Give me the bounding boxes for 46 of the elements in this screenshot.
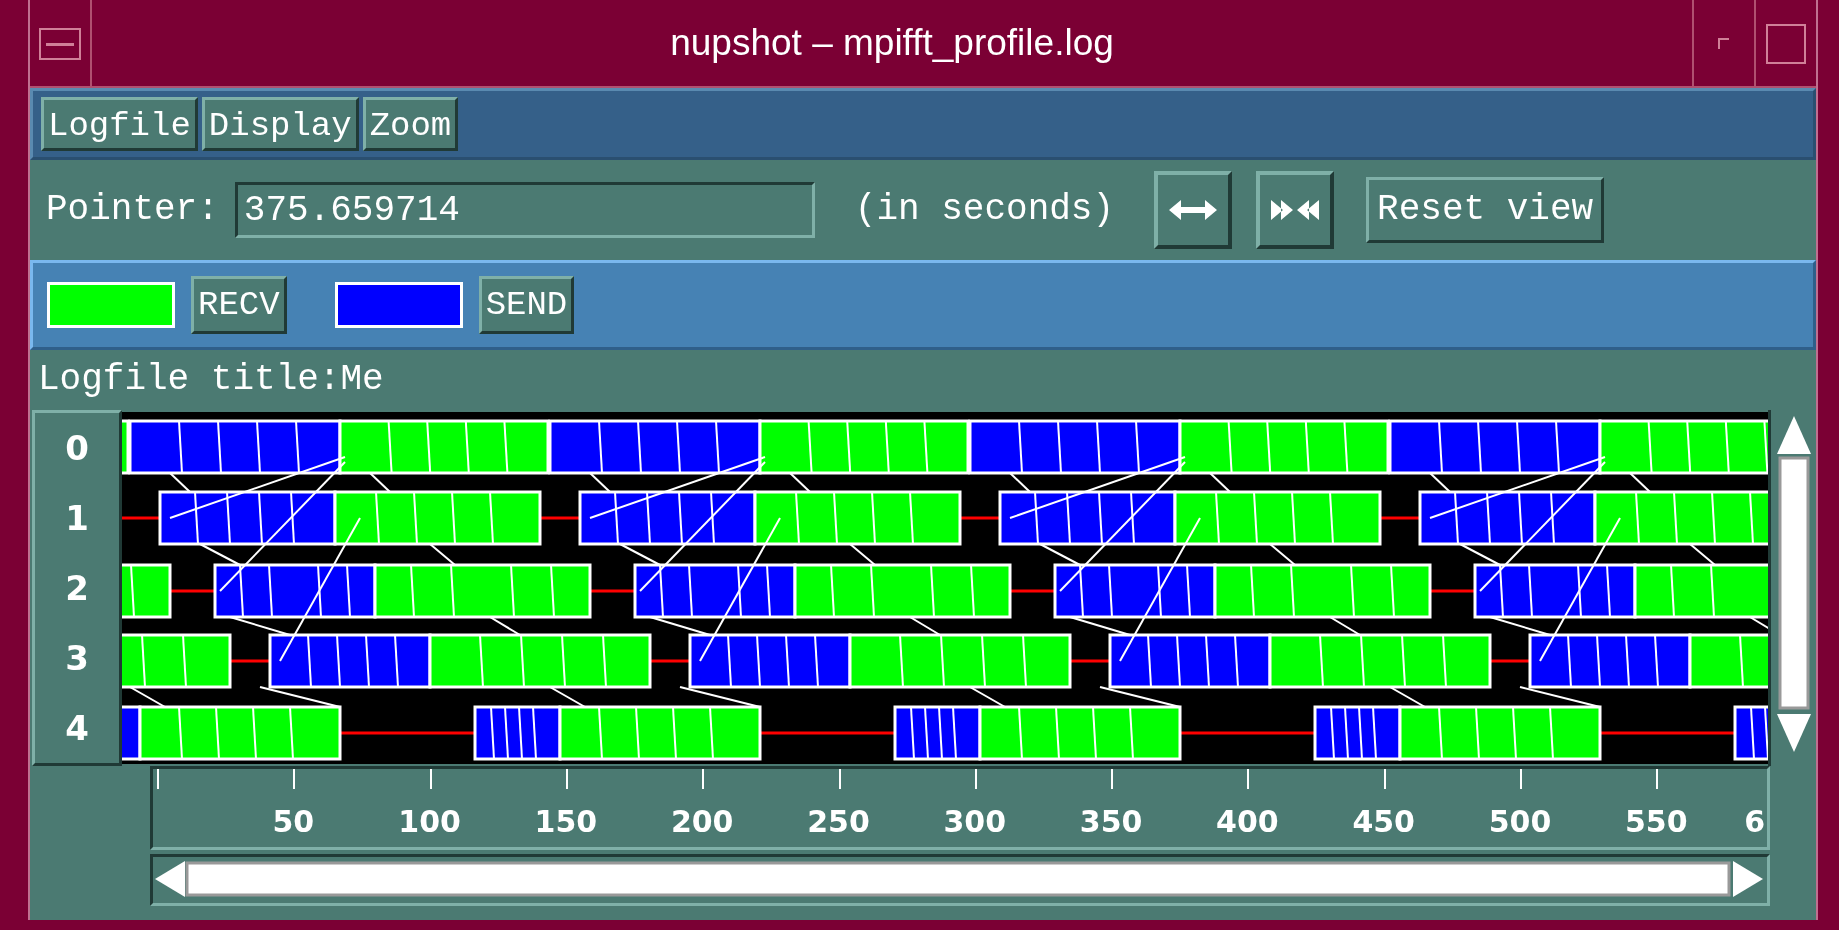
- axis-tick: [1383, 769, 1386, 789]
- axis-tick: [1247, 769, 1250, 789]
- reset-view-button[interactable]: Reset view: [1366, 177, 1605, 243]
- axis-label: 450: [1352, 803, 1415, 841]
- row-label: 0: [65, 426, 89, 470]
- horizontal-scrollbar[interactable]: [150, 854, 1770, 906]
- axis-label: 400: [1216, 803, 1279, 841]
- row-label: 2: [65, 566, 89, 610]
- axis-tick: [565, 769, 568, 789]
- window-menu-icon[interactable]: [38, 27, 82, 61]
- zoom-out-button[interactable]: [1154, 171, 1233, 249]
- window-title: nupshot – mpifft_profile.log: [670, 21, 1114, 66]
- axis-tick: [838, 769, 841, 789]
- axis-label: 550: [1625, 803, 1688, 841]
- logfile-title: Logfile title:Me: [38, 358, 384, 402]
- axis-tick: [429, 769, 432, 789]
- axis-label: 500: [1488, 803, 1552, 841]
- row-label: 1: [65, 496, 89, 540]
- legend-button[interactable]: SEND: [478, 276, 575, 334]
- axis-label: 250: [807, 803, 870, 841]
- axis-label: 6: [1744, 803, 1765, 841]
- legend-button[interactable]: RECV: [191, 276, 287, 334]
- menu-button[interactable]: Display: [201, 97, 359, 151]
- axis-tick: [1111, 769, 1114, 789]
- row-label: 3: [65, 636, 89, 680]
- axis-label: 200: [670, 803, 734, 841]
- pointer-field[interactable]: 375.659714: [234, 182, 815, 238]
- axis-label: 300: [943, 803, 1007, 841]
- zoom-in-button[interactable]: [1256, 171, 1335, 249]
- axis-label: 50: [272, 803, 315, 841]
- axis-label: 150: [534, 803, 598, 841]
- menu-button[interactable]: Logfile: [41, 97, 198, 151]
- maximize-icon[interactable]: [1764, 22, 1808, 66]
- row-label: 4: [65, 706, 89, 750]
- axis-tick: [1656, 769, 1659, 789]
- axis-tick: [974, 769, 977, 789]
- pointer-label: Pointer:: [46, 188, 219, 232]
- axis-label: 100: [398, 803, 461, 841]
- axis-tick: [157, 769, 159, 789]
- axis-tick: [1520, 769, 1522, 789]
- units-label: (in seconds): [854, 188, 1115, 232]
- arrows-inward-icon: [1269, 199, 1322, 221]
- axis-label: 350: [1079, 803, 1143, 841]
- axis-tick: [293, 769, 296, 789]
- menu-button[interactable]: Zoom: [362, 97, 459, 151]
- axis-tick: [702, 769, 705, 789]
